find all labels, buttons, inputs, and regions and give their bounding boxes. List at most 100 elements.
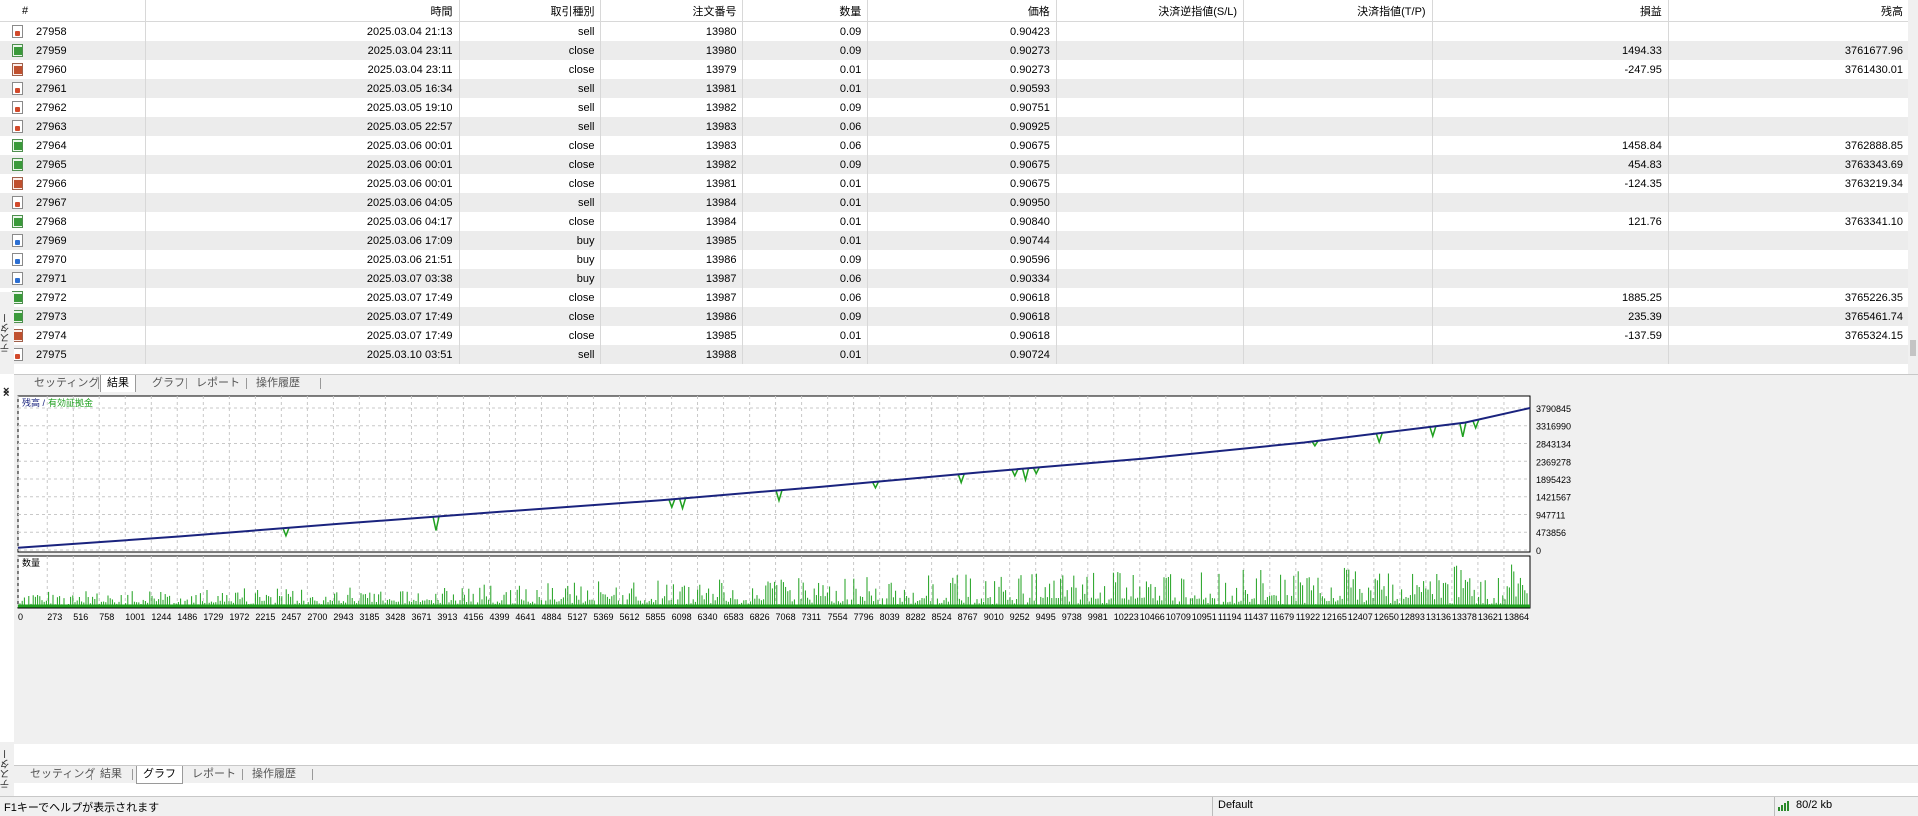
cell-time: 2025.03.06 04:05 bbox=[145, 193, 460, 212]
x-tick-label: 9738 bbox=[1062, 612, 1082, 622]
x-tick-label: 7796 bbox=[854, 612, 874, 622]
x-tick-label: 8039 bbox=[880, 612, 900, 622]
close-minus-deal-icon bbox=[12, 177, 23, 190]
cell-sl bbox=[1056, 288, 1245, 307]
table-row[interactable]: 27969 2025.03.06 17:09 buy 13985 0.01 0.90744 bbox=[0, 231, 1911, 250]
cell-volume: 0.01 bbox=[742, 212, 869, 231]
status-traffic: 80/2 kb bbox=[1796, 799, 1833, 811]
cell-volume: 0.01 bbox=[742, 79, 869, 98]
cell-id: 27968 bbox=[0, 212, 147, 231]
cell-sl bbox=[1056, 60, 1245, 79]
cell-price: 0.90618 bbox=[867, 288, 1057, 307]
column-header[interactable]: 数量 bbox=[742, 0, 869, 22]
cell-tp bbox=[1243, 288, 1433, 307]
cell-type: sell bbox=[459, 98, 602, 117]
column-header[interactable]: 決済逆指値(S/L) bbox=[1056, 0, 1245, 22]
cell-price: 0.90751 bbox=[867, 98, 1057, 117]
tab-report[interactable]: レポート bbox=[186, 766, 242, 782]
x-tick-label: 1486 bbox=[177, 612, 197, 622]
cell-time: 2025.03.07 17:49 bbox=[145, 307, 460, 326]
cell-type: close bbox=[459, 155, 602, 174]
table-row[interactable]: 27972 2025.03.07 17:49 close 13987 0.06 0.906… bbox=[0, 288, 1911, 307]
sell-deal-icon bbox=[12, 101, 23, 114]
column-header[interactable]: 損益 bbox=[1432, 0, 1669, 22]
x-tick-label: 7311 bbox=[802, 612, 821, 622]
cell-profit bbox=[1432, 98, 1669, 117]
table-row[interactable]: 27959 2025.03.04 23:11 close 13980 0.09 0.902… bbox=[0, 41, 1911, 60]
cell-volume: 0.01 bbox=[742, 231, 869, 250]
status-separator bbox=[1212, 797, 1213, 816]
cell-balance bbox=[1668, 269, 1911, 288]
table-row[interactable]: 27970 2025.03.06 21:51 buy 13986 0.09 0.90596 bbox=[0, 250, 1911, 269]
table-row[interactable]: 27968 2025.03.06 04:17 close 13984 0.01 0.908… bbox=[0, 212, 1911, 231]
balance-chart: 0 473856 947711 1421567 1895423 2369278 284313… bbox=[17, 395, 1571, 622]
cell-price: 0.90840 bbox=[867, 212, 1057, 231]
column-header[interactable]: 時間 bbox=[145, 0, 460, 22]
legend-equity: 有効証拠金 bbox=[48, 397, 93, 408]
tab-results[interactable]: 結果 bbox=[94, 766, 128, 782]
table-row[interactable]: 27971 2025.03.07 03:38 buy 13987 0.06 0.90334 bbox=[0, 269, 1911, 288]
cell-price: 0.90675 bbox=[867, 136, 1057, 155]
close-plus-deal-icon bbox=[12, 44, 23, 57]
cell-id: 27974 bbox=[0, 326, 147, 345]
table-row[interactable]: 27958 2025.03.04 21:13 sell 13980 0.09 0.9042… bbox=[0, 21, 1911, 41]
table-row[interactable]: 27965 2025.03.06 00:01 close 13982 0.09 0.906… bbox=[0, 155, 1911, 174]
scrollbar-thumb[interactable] bbox=[1910, 340, 1916, 356]
tab-results[interactable]: 結果 bbox=[100, 375, 136, 393]
tab-history[interactable]: 操作履歴 bbox=[246, 766, 302, 782]
table-row[interactable]: 27966 2025.03.06 00:01 close 13981 0.01 0.906… bbox=[0, 174, 1911, 193]
cell-volume: 0.01 bbox=[742, 345, 869, 364]
cell-id: 27963 bbox=[0, 117, 147, 136]
close-icon[interactable]: × bbox=[3, 388, 9, 400]
table-row[interactable]: 27973 2025.03.07 17:49 close 13986 0.09 0.906… bbox=[0, 307, 1911, 326]
cell-order: 13984 bbox=[600, 212, 744, 231]
x-tick-label: 3185 bbox=[359, 612, 379, 622]
x-tick-label: 0 bbox=[18, 612, 23, 622]
cell-sl bbox=[1056, 212, 1245, 231]
cell-balance bbox=[1668, 98, 1911, 117]
cell-type: sell bbox=[459, 117, 602, 136]
table-row[interactable]: 27974 2025.03.07 17:49 close 13985 0.01 0.906… bbox=[0, 326, 1911, 345]
results-table: # 時間 取引種別 注文番号 数量 価格 決済逆指値(S/L) 決済指値(T/P… bbox=[0, 0, 1911, 364]
tab-graph[interactable]: グラフ bbox=[136, 766, 183, 784]
cell-time: 2025.03.06 21:51 bbox=[145, 250, 460, 269]
tab-graph[interactable]: グラフ bbox=[146, 375, 191, 391]
x-tick-label: 3913 bbox=[437, 612, 457, 622]
cell-profit: -137.59 bbox=[1432, 326, 1669, 345]
tab-settings[interactable]: セッティング bbox=[28, 375, 105, 391]
x-tick-label: 6340 bbox=[698, 612, 718, 622]
column-header[interactable]: 決済指値(T/P) bbox=[1243, 0, 1433, 22]
tab-report[interactable]: レポート bbox=[190, 375, 246, 391]
column-header[interactable]: 価格 bbox=[867, 0, 1057, 22]
close-plus-deal-icon bbox=[12, 139, 23, 152]
deal-id: 27969 bbox=[36, 234, 67, 247]
column-header[interactable]: 残高 bbox=[1668, 0, 1911, 22]
cell-profit: 1458.84 bbox=[1432, 136, 1669, 155]
cell-time: 2025.03.04 21:13 bbox=[145, 21, 460, 41]
cell-sl bbox=[1056, 98, 1245, 117]
table-row[interactable]: 27962 2025.03.05 19:10 sell 13982 0.09 0.9075… bbox=[0, 98, 1911, 117]
cell-price: 0.90593 bbox=[867, 79, 1057, 98]
cell-price: 0.90618 bbox=[867, 326, 1057, 345]
tab-history[interactable]: 操作履歴 bbox=[250, 375, 306, 391]
table-row[interactable]: 27975 2025.03.10 03:51 sell 13988 0.01 0.9072… bbox=[0, 345, 1911, 364]
table-row[interactable]: 27964 2025.03.06 00:01 close 13983 0.06 0.906… bbox=[0, 136, 1911, 155]
column-header[interactable]: 取引種別 bbox=[459, 0, 602, 22]
deal-id: 27962 bbox=[36, 101, 67, 114]
cell-tp bbox=[1243, 326, 1433, 345]
table-row[interactable]: 27967 2025.03.06 04:05 sell 13984 0.01 0.9095… bbox=[0, 193, 1911, 212]
cell-order: 13988 bbox=[600, 345, 744, 364]
table-row[interactable]: 27961 2025.03.05 16:34 sell 13981 0.01 0.9059… bbox=[0, 79, 1911, 98]
table-row[interactable]: 27960 2025.03.04 23:11 close 13979 0.01 0.902… bbox=[0, 60, 1911, 79]
cell-profit bbox=[1432, 250, 1669, 269]
deal-id: 27975 bbox=[36, 348, 67, 361]
column-header[interactable]: 注文番号 bbox=[600, 0, 744, 22]
cell-tp bbox=[1243, 79, 1433, 98]
table-row[interactable]: 27963 2025.03.05 22:57 sell 13983 0.06 0.9092… bbox=[0, 117, 1911, 136]
tab-settings[interactable]: セッティング bbox=[24, 766, 101, 782]
vertical-scrollbar[interactable] bbox=[1908, 0, 1918, 374]
cell-id: 27960 bbox=[0, 60, 147, 79]
column-header[interactable]: # bbox=[0, 0, 147, 22]
cell-price: 0.90744 bbox=[867, 231, 1057, 250]
tester-side-label: テスター bbox=[0, 742, 14, 796]
